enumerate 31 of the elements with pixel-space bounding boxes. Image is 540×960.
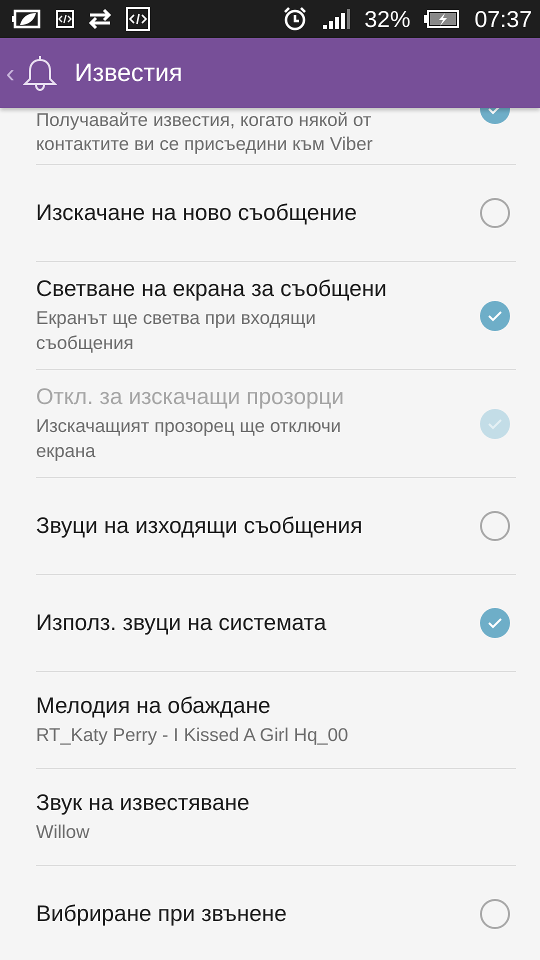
check-icon (487, 617, 503, 629)
signal-icon (322, 8, 350, 30)
screen-title: Известия (74, 58, 182, 88)
checkbox[interactable] (480, 608, 510, 638)
bell-icon (22, 54, 57, 92)
alarm-icon (282, 6, 308, 32)
check-icon (487, 418, 503, 430)
clock-time: 07:37 (474, 6, 532, 32)
setting-summary: Получавайте известия, когато някой от контактите ви се присъедини към Viber (36, 108, 374, 156)
code-icon (56, 10, 74, 28)
setting-title[interactable]: Звук на известяване (36, 790, 516, 816)
charging-battery-icon (424, 9, 460, 29)
setting-value: Willow (36, 820, 90, 844)
setting-value: RT_Katy Perry - I Kissed A Girl Hq_00 (36, 722, 350, 747)
checkbox[interactable] (480, 198, 510, 228)
checkbox[interactable] (480, 511, 510, 541)
setting-title[interactable]: Използ. звуци на системата (36, 610, 470, 636)
setting-title[interactable]: Звуци на изходящи съобщения (36, 513, 470, 539)
setting-title[interactable]: Изскачане на ново съобщение (36, 200, 470, 226)
setting-summary: Изскачащият прозорец ще отключи екрана (36, 414, 342, 463)
checkbox[interactable] (480, 300, 510, 330)
setting-title[interactable]: Мелодия на обаждане (36, 692, 516, 719)
code-icon (126, 7, 150, 31)
setting-title[interactable]: Светване на екрана за съобщени (36, 276, 470, 302)
leaf-battery-icon (12, 8, 42, 30)
checkbox[interactable] (480, 899, 510, 929)
transfer-icon (88, 8, 112, 30)
setting-title[interactable]: Вибриране при звънене (36, 901, 470, 927)
setting-summary: Екранът ще светва при входящи съобщения (36, 306, 317, 355)
battery-percent: 32% (364, 6, 410, 32)
check-icon (487, 310, 503, 322)
